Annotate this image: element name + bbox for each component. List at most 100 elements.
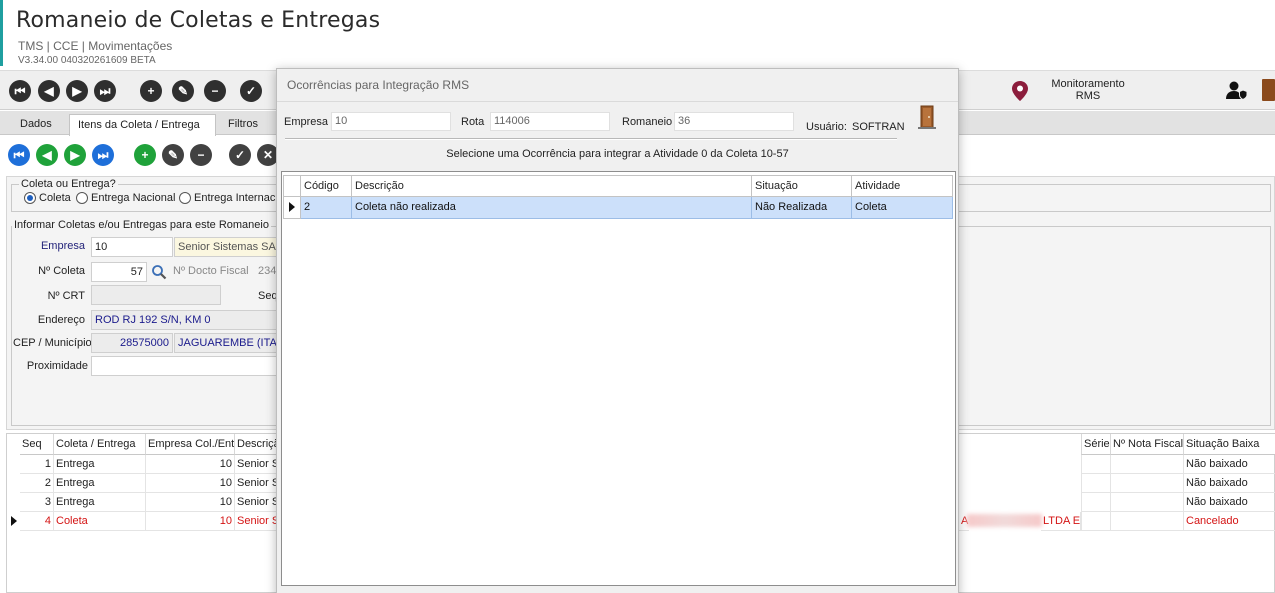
row-indicator-cell bbox=[283, 197, 301, 219]
tab-itens-coleta-entrega[interactable]: Itens da Coleta / Entrega bbox=[69, 114, 216, 136]
dialog-instruction: Selecione uma Ocorrência para integrar a… bbox=[446, 148, 789, 160]
cep-municipio-label: CEP / Município bbox=[13, 337, 92, 349]
cell-tipo: Entrega bbox=[54, 474, 146, 493]
empresa-field[interactable]: 10 bbox=[91, 237, 173, 257]
exit-door-icon[interactable] bbox=[1262, 79, 1275, 101]
dialog-rota-label: Rota bbox=[461, 116, 485, 128]
dialog-empresa-label: Empresa bbox=[284, 116, 329, 128]
exit-door-icon[interactable] bbox=[918, 105, 936, 129]
cell-empresa: 10 bbox=[146, 512, 235, 531]
previous-item-icon[interactable]: ◀ bbox=[36, 144, 58, 166]
cell-seq: 4 bbox=[20, 512, 54, 531]
previous-record-icon[interactable]: ◀ bbox=[38, 80, 60, 102]
current-row-indicator bbox=[289, 202, 295, 212]
radio-dot bbox=[24, 192, 36, 204]
dialog-divider bbox=[285, 138, 897, 140]
accent-bar bbox=[0, 0, 3, 66]
col-empresa[interactable]: Empresa Col./Ent. bbox=[146, 434, 235, 455]
crt-label: Nº CRT bbox=[47, 290, 85, 302]
redacted-text bbox=[967, 514, 1042, 527]
dialog-title: Ocorrências para Integração RMS bbox=[287, 78, 470, 92]
confirm-item-icon[interactable]: ✓ bbox=[229, 144, 251, 166]
cell-serie bbox=[1081, 493, 1111, 512]
cell-serie bbox=[1081, 512, 1111, 531]
cell-tipo: Entrega bbox=[54, 493, 146, 512]
coleta-label: Nº Coleta bbox=[38, 265, 85, 277]
dialog-romaneio-label: Romaneio bbox=[622, 116, 673, 128]
docto-fiscal-label: Nº Docto Fiscal bbox=[173, 265, 249, 277]
add-icon[interactable]: + bbox=[140, 80, 162, 102]
dialog-usuario-value: SOFTRAN bbox=[852, 121, 905, 133]
cell-nota bbox=[1111, 512, 1184, 531]
dialog-romaneio-field: 36 bbox=[674, 112, 794, 131]
cell-nota bbox=[1111, 455, 1184, 474]
dialog-rota-field: 114006 bbox=[490, 112, 610, 131]
cell-seq: 2 bbox=[20, 474, 54, 493]
edit-item-icon[interactable]: ✎ bbox=[162, 144, 184, 166]
cell-descricao: Coleta não realizada bbox=[352, 197, 752, 219]
cell-serie bbox=[1081, 474, 1111, 493]
docto-fiscal-value: 234 bbox=[258, 265, 277, 277]
dialog-title-separator bbox=[277, 101, 958, 102]
col-coleta-entrega[interactable]: Coleta / Entrega bbox=[54, 434, 146, 455]
cell-empresa: 10 bbox=[146, 455, 235, 474]
cell-tipo: Coleta bbox=[54, 512, 146, 531]
radio-entrega-internacional[interactable]: Entrega Internaci bbox=[179, 192, 278, 204]
cell-situacao: Não baixado bbox=[1184, 474, 1275, 493]
proximidade-field[interactable] bbox=[91, 356, 279, 376]
cell-situacao: Cancelado bbox=[1184, 512, 1275, 531]
cell-tipo: Entrega bbox=[54, 455, 146, 474]
remove-item-icon[interactable]: − bbox=[190, 144, 212, 166]
dialog-empresa-field: 10 bbox=[331, 112, 451, 131]
cell-nota bbox=[1111, 493, 1184, 512]
cell-empresa: 10 bbox=[146, 474, 235, 493]
ocorrencias-dialog: Ocorrências para Integração RMS Empresa … bbox=[276, 68, 959, 593]
tab-dados[interactable]: Dados bbox=[12, 114, 60, 136]
cell-codigo: 2 bbox=[301, 197, 352, 219]
col-descricao[interactable]: Descrição bbox=[352, 175, 752, 197]
cell-seq: 1 bbox=[20, 455, 54, 474]
col-seq[interactable]: Seq bbox=[20, 434, 54, 455]
edit-icon[interactable]: ✎ bbox=[172, 80, 194, 102]
empresa-name-field: Senior Sistemas SA bbox=[174, 237, 278, 257]
coleta-number-field[interactable]: 57 bbox=[91, 262, 147, 282]
ocorrencias-grid: Código Descrição Situação Atividade 2 Co… bbox=[281, 171, 956, 586]
confirm-icon[interactable]: ✓ bbox=[240, 80, 262, 102]
cell-empresa: 10 bbox=[146, 493, 235, 512]
next-item-icon[interactable]: ▶ bbox=[64, 144, 86, 166]
radio-entrega-nacional[interactable]: Entrega Nacional bbox=[76, 192, 175, 204]
radio-coleta[interactable]: Coleta bbox=[24, 192, 71, 204]
remove-icon[interactable]: − bbox=[204, 80, 226, 102]
col-indicator bbox=[283, 175, 301, 197]
cell-seq: 3 bbox=[20, 493, 54, 512]
location-pin-icon bbox=[1012, 81, 1028, 101]
col-situacao[interactable]: Situação bbox=[752, 175, 852, 197]
search-icon[interactable] bbox=[151, 264, 167, 280]
add-item-icon[interactable]: + bbox=[134, 144, 156, 166]
tab-filtros[interactable]: Filtros bbox=[220, 114, 266, 136]
first-record-icon[interactable]: ⏮ bbox=[9, 80, 31, 102]
cell-nota bbox=[1111, 474, 1184, 493]
col-serie[interactable]: Série bbox=[1081, 434, 1111, 455]
first-item-icon[interactable]: ⏮ bbox=[8, 144, 30, 166]
col-atividade[interactable]: Atividade bbox=[852, 175, 953, 197]
monitoramento-rms-button[interactable]: Monitoramento RMS bbox=[1012, 78, 1125, 104]
version-label: V3.34.00 040320261609 BETA bbox=[18, 55, 156, 66]
cell-serie bbox=[1081, 455, 1111, 474]
cell-atividade: Coleta bbox=[852, 197, 953, 219]
breadcrumb: TMS | CCE | Movimentações bbox=[18, 39, 173, 53]
last-record-icon[interactable]: ⏭ bbox=[94, 80, 116, 102]
user-security-icon[interactable] bbox=[1226, 80, 1248, 100]
inform-group-label: Informar Coletas e/ou Entregas para este… bbox=[12, 219, 271, 231]
dialog-usuario-label: Usuário: bbox=[806, 121, 847, 133]
radio-dot bbox=[76, 192, 88, 204]
cell-situacao: Não baixado bbox=[1184, 493, 1275, 512]
proximidade-label: Proximidade bbox=[26, 360, 88, 372]
next-record-icon[interactable]: ▶ bbox=[66, 80, 88, 102]
col-codigo[interactable]: Código bbox=[301, 175, 352, 197]
col-situacao-baixa[interactable]: Situação Baixa bbox=[1184, 434, 1275, 455]
col-nota-fiscal[interactable]: Nº Nota Fiscal bbox=[1111, 434, 1184, 455]
cell-partial-text-2: LTDA E bbox=[1041, 512, 1081, 531]
last-item-icon[interactable]: ⏭ bbox=[92, 144, 114, 166]
type-group-label: Coleta ou Entrega? bbox=[19, 178, 118, 190]
